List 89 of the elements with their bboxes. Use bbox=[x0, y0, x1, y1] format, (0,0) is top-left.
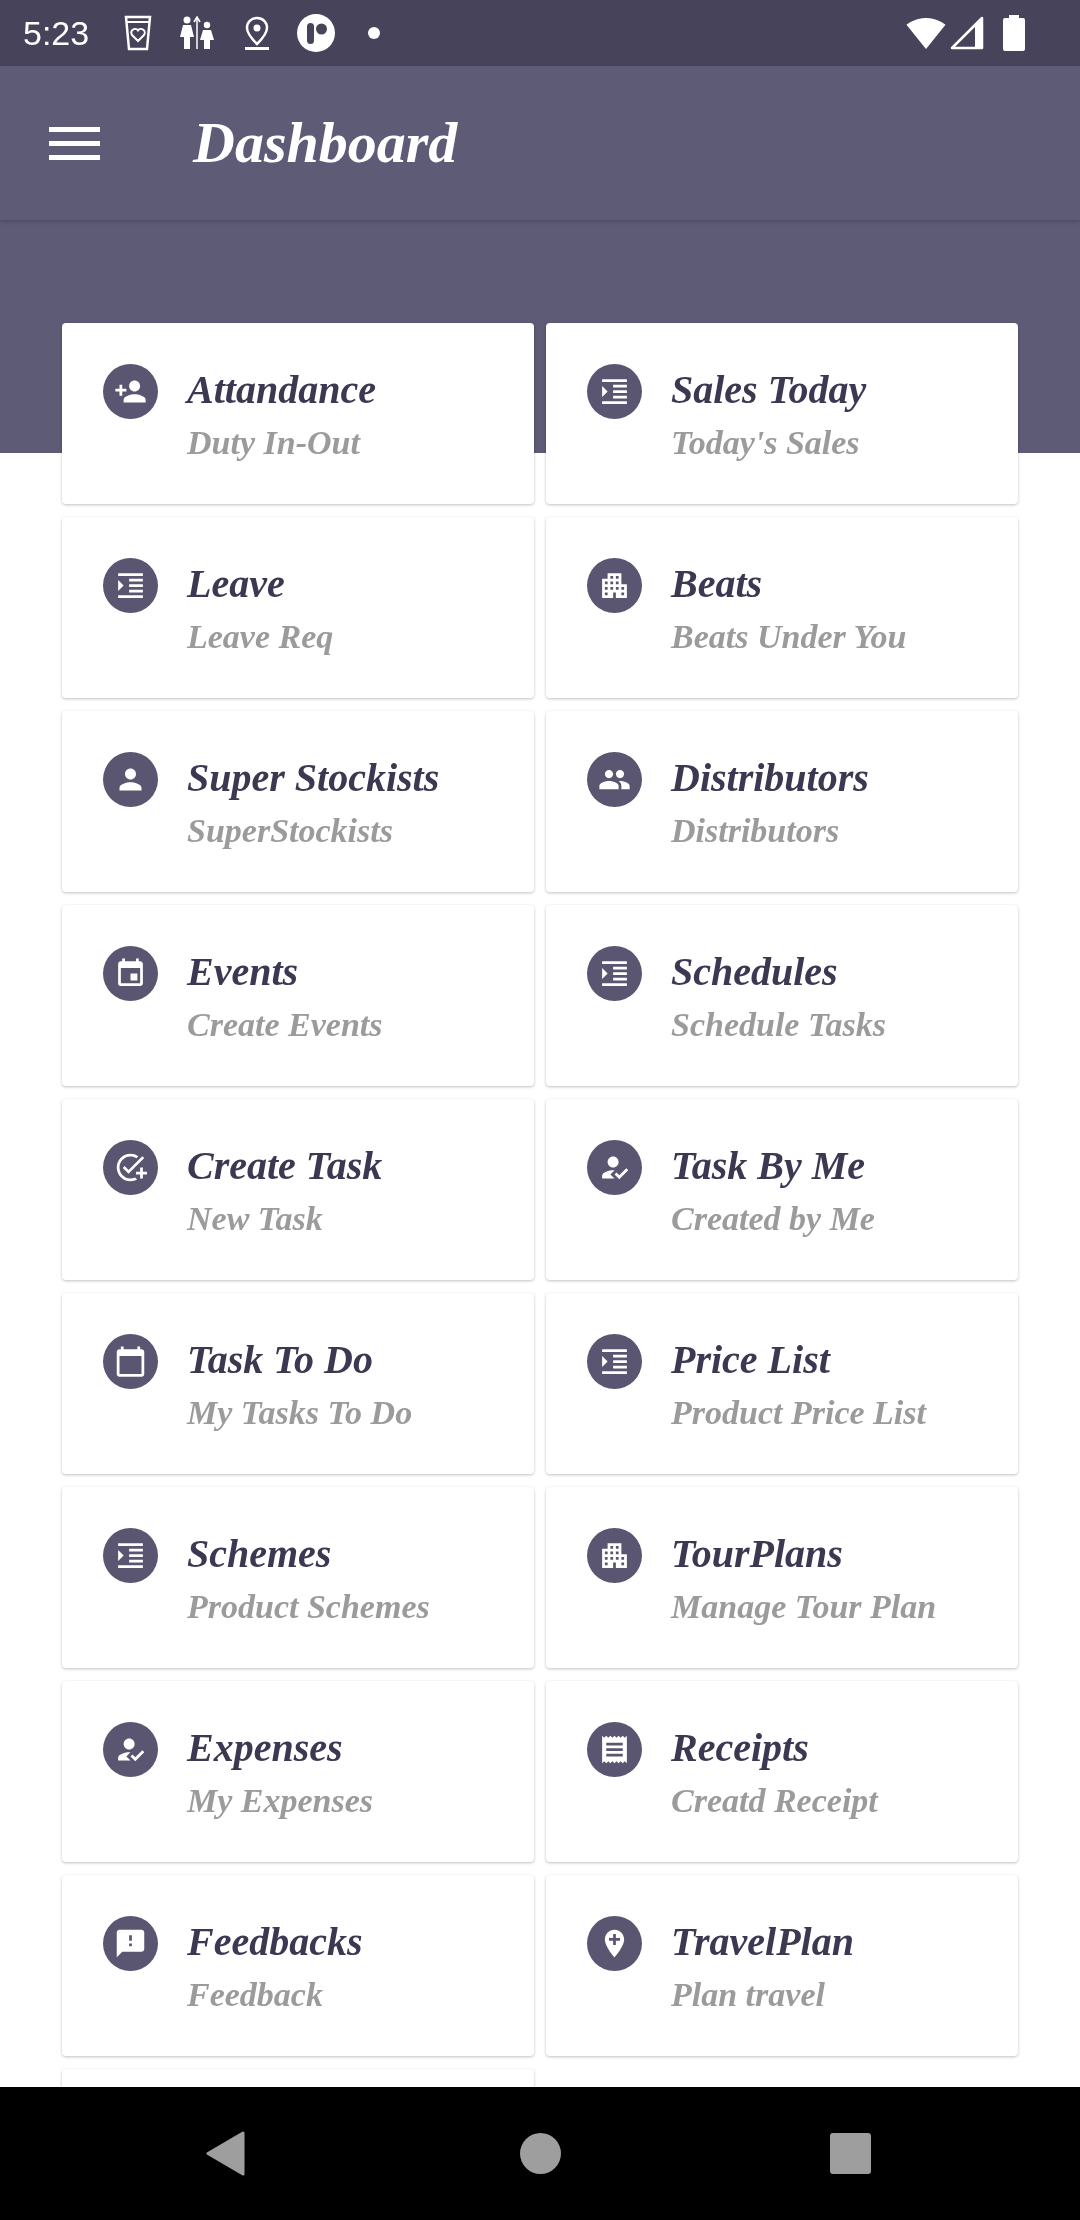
dashboard-tile[interactable]: Create Task New Task bbox=[62, 1099, 534, 1280]
tile-subtitle: Manage Tour Plan bbox=[671, 1587, 937, 1627]
tile-subtitle: Today's Sales bbox=[671, 423, 860, 463]
tile-title: Events bbox=[187, 948, 299, 996]
tile-title: Schemes bbox=[187, 1530, 332, 1578]
tile-title: Leave bbox=[187, 560, 285, 608]
location-pin-plus-icon bbox=[587, 1916, 642, 1971]
dashboard-tile[interactable]: Events Create Events bbox=[62, 905, 534, 1086]
tile-subtitle: My Tasks To Do bbox=[187, 1393, 413, 1433]
home-button[interactable] bbox=[520, 2133, 561, 2174]
tile-subtitle: Duty In-Out bbox=[187, 423, 360, 463]
list-indent-icon bbox=[587, 364, 642, 419]
person-check-icon bbox=[103, 1722, 158, 1777]
tile-subtitle: Schedule Tasks bbox=[671, 1005, 887, 1045]
list-indent-icon bbox=[103, 1528, 158, 1583]
tile-title: TravelPlan bbox=[671, 1918, 854, 1966]
dashboard-tile[interactable]: Distributors Distributors bbox=[546, 711, 1018, 892]
dashboard-tile[interactable]: Schedules Schedule Tasks bbox=[546, 905, 1018, 1086]
people-icon bbox=[587, 752, 642, 807]
tile-subtitle: Created by Me bbox=[671, 1199, 875, 1239]
person-icon bbox=[103, 752, 158, 807]
chat-alert-icon bbox=[103, 1916, 158, 1971]
tile-title: Task By Me bbox=[671, 1142, 866, 1190]
tile-title: Schedules bbox=[671, 948, 838, 996]
tile-title: Sales Today bbox=[671, 366, 867, 414]
tile-title: Feedbacks bbox=[187, 1918, 363, 1966]
dashboard-tile[interactable]: Beats Beats Under You bbox=[546, 517, 1018, 698]
restroom-icon bbox=[179, 16, 216, 50]
dashboard-tile[interactable]: Schemes Product Schemes bbox=[62, 1487, 534, 1668]
cup-heart-icon bbox=[124, 15, 153, 51]
dashboard-tile[interactable]: Price List Product Price List bbox=[546, 1293, 1018, 1474]
tile-title: Receipts bbox=[671, 1724, 809, 1772]
building-icon bbox=[587, 1528, 642, 1583]
dashboard-tile[interactable]: Super Stockists SuperStockists bbox=[62, 711, 534, 892]
app-bar-title: Dashboard bbox=[193, 110, 458, 176]
tile-title: Task To Do bbox=[187, 1336, 373, 1384]
dashboard-tile[interactable]: Task By Me Created by Me bbox=[546, 1099, 1018, 1280]
calendar-icon bbox=[103, 1334, 158, 1389]
dashboard-tile[interactable]: Leave Leave Req bbox=[62, 517, 534, 698]
back-icon bbox=[206, 2131, 245, 2176]
status-time: 5:23 bbox=[23, 16, 90, 50]
dashboard-tile[interactable]: Attandance Duty In-Out bbox=[62, 323, 534, 504]
back-button[interactable] bbox=[206, 2131, 245, 2176]
battery-icon bbox=[1003, 15, 1025, 51]
tile-subtitle: Product Price List bbox=[671, 1393, 926, 1433]
tile-subtitle: SuperStockists bbox=[187, 811, 393, 851]
tile-title: Super Stockists bbox=[187, 754, 440, 802]
tile-subtitle: Create Events bbox=[187, 1005, 383, 1045]
dashboard-tile[interactable]: Expenses My Expenses bbox=[62, 1681, 534, 1862]
dashboard-tile[interactable]: TourPlans Manage Tour Plan bbox=[546, 1487, 1018, 1668]
person-check-icon bbox=[587, 1140, 642, 1195]
list-indent-icon bbox=[587, 946, 642, 1001]
location-pin-icon bbox=[244, 16, 271, 50]
tile-subtitle: Leave Req bbox=[187, 617, 334, 657]
tile-title: Expenses bbox=[187, 1724, 343, 1772]
tile-title: Attandance bbox=[187, 366, 376, 414]
dashboard-tile[interactable]: Feedbacks Feedback bbox=[62, 1875, 534, 2056]
signal-icon bbox=[950, 16, 984, 50]
dashboard-tile[interactable]: Task To Do My Tasks To Do bbox=[62, 1293, 534, 1474]
menu-button[interactable] bbox=[49, 126, 100, 160]
wifi-icon bbox=[906, 17, 946, 49]
tile-title: Beats bbox=[671, 560, 763, 608]
tile-subtitle: Creatd Receipt bbox=[671, 1781, 878, 1821]
receipt-icon bbox=[587, 1722, 642, 1777]
list-indent-icon bbox=[103, 558, 158, 613]
tile-title: Price List bbox=[671, 1336, 830, 1384]
check-circle-plus-icon bbox=[103, 1140, 158, 1195]
calendar-event-icon bbox=[103, 946, 158, 1001]
dot-icon bbox=[368, 27, 381, 39]
tile-subtitle: Distributors bbox=[671, 811, 840, 851]
circle-logo-icon bbox=[297, 14, 336, 52]
dashboard-tile[interactable]: Receipts Creatd Receipt bbox=[546, 1681, 1018, 1862]
home-icon bbox=[520, 2133, 561, 2174]
tile-subtitle: Beats Under You bbox=[671, 617, 907, 657]
person-add-icon bbox=[103, 364, 158, 419]
list-indent-icon bbox=[587, 1334, 642, 1389]
dashboard-tile[interactable]: Sales Today Today's Sales bbox=[546, 323, 1018, 504]
tile-title: TourPlans bbox=[671, 1530, 843, 1578]
tile-title: Create Task bbox=[187, 1142, 383, 1190]
tile-subtitle: Product Schemes bbox=[187, 1587, 430, 1627]
tile-subtitle: New Task bbox=[187, 1199, 323, 1239]
tile-subtitle: Plan travel bbox=[671, 1975, 825, 2015]
tile-title: Distributors bbox=[671, 754, 869, 802]
tile-subtitle: Feedback bbox=[187, 1975, 323, 2015]
dashboard-tile[interactable]: TravelPlan Plan travel bbox=[546, 1875, 1018, 2056]
building-icon bbox=[587, 558, 642, 613]
menu-icon bbox=[49, 126, 100, 160]
recents-icon bbox=[830, 2133, 871, 2174]
tile-subtitle: My Expenses bbox=[187, 1781, 374, 1821]
